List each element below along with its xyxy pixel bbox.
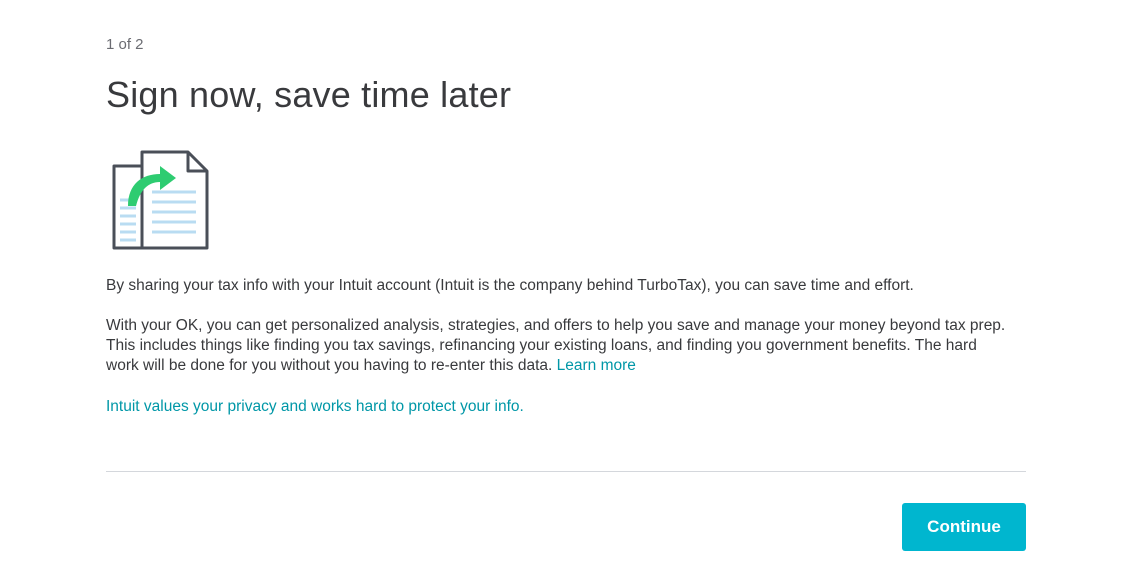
share-documents-icon (108, 148, 214, 256)
details-text: With your OK, you can get personalized a… (106, 317, 1006, 374)
page-title: Sign now, save time later (106, 74, 512, 115)
sign-now-page: 1 of 2 Sign now, save time later By shar… (0, 0, 1147, 587)
details-paragraph: With your OK, you can get personalized a… (106, 316, 1006, 376)
learn-more-link[interactable]: Learn more (557, 357, 636, 374)
step-indicator: 1 of 2 (106, 36, 144, 53)
privacy-link[interactable]: Intuit values your privacy and works har… (106, 398, 524, 416)
continue-button[interactable]: Continue (902, 503, 1026, 551)
intro-paragraph: By sharing your tax info with your Intui… (106, 277, 914, 294)
divider (106, 471, 1026, 472)
